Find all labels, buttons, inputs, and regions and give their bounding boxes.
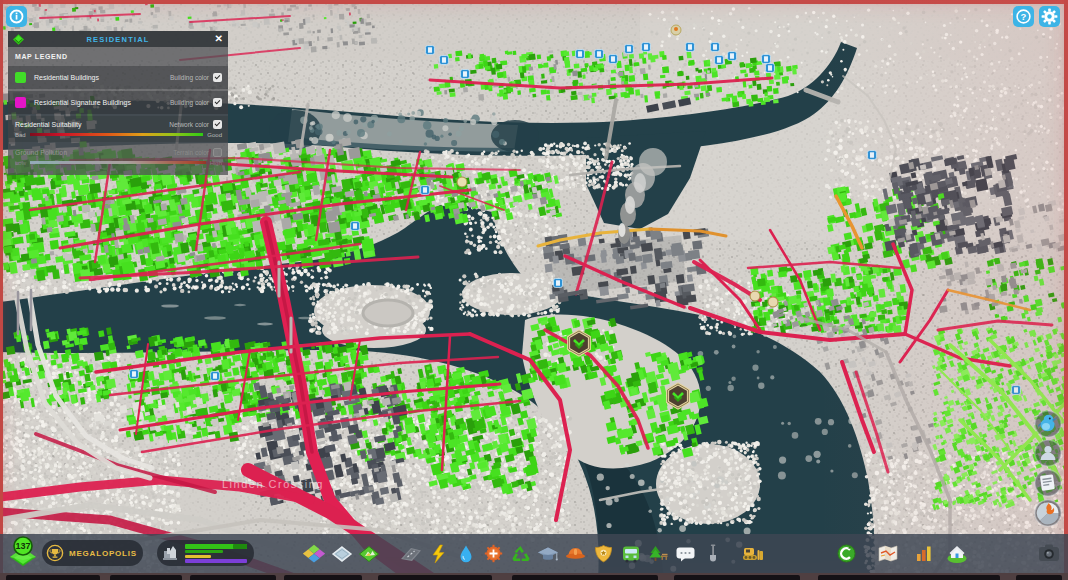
svg-text:Linden Crossing: Linden Crossing	[222, 478, 324, 490]
svg-text:137: 137	[15, 541, 30, 551]
svg-text:?: ?	[1021, 11, 1027, 22]
